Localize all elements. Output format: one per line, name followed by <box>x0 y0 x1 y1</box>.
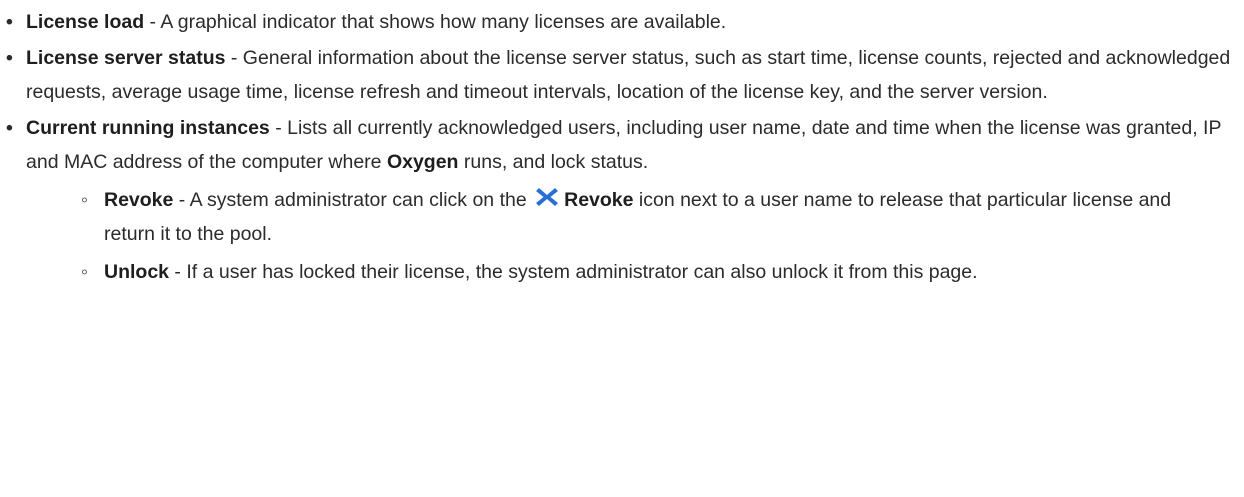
product-name: Oxygen <box>386 151 459 173</box>
description-revoke-part1: - A system administrator can click on th… <box>173 189 533 211</box>
description-unlock: - If a user has locked their license, th… <box>169 261 978 283</box>
license-server-documentation: License load - A graphical indicator tha… <box>0 0 1244 289</box>
sublist-item-revoke: Revoke - A system administrator can clic… <box>81 183 1236 251</box>
term-license-load: License load <box>26 11 145 33</box>
feature-list: License load - A graphical indicator tha… <box>0 5 1244 289</box>
description-license-load: - A graphical indicator that shows how m… <box>144 11 727 33</box>
revoke-icon-label: Revoke <box>564 189 634 211</box>
sub-feature-list: Revoke - A system administrator can clic… <box>26 183 1236 289</box>
term-current-running-instances: Current running instances <box>26 117 270 139</box>
term-license-server-status: License server status <box>26 47 226 69</box>
revoke-x-icon <box>534 186 560 208</box>
list-item-current-running-instances: Current running instances - Lists all cu… <box>6 111 1244 289</box>
list-item-license-server-status: License server status - General informat… <box>6 41 1244 109</box>
term-revoke: Revoke <box>104 189 174 211</box>
list-item-license-load: License load - A graphical indicator tha… <box>6 5 1244 39</box>
sublist-item-unlock: Unlock - If a user has locked their lice… <box>81 255 1236 289</box>
term-unlock: Unlock <box>104 261 170 283</box>
description-current-running-instances-part2: runs, and lock status. <box>458 151 649 173</box>
